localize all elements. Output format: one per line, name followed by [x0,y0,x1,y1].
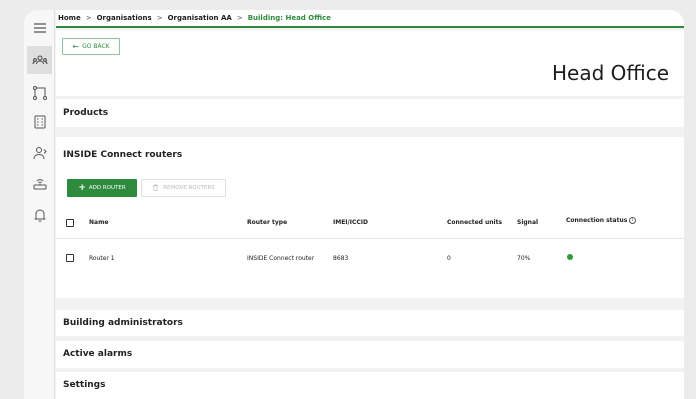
products-title: Products [63,108,109,118]
trash-icon [152,184,159,193]
header-card: ← GO BACK Head Office [56,30,684,96]
go-back-label: GO BACK [82,43,110,50]
building-administrators-section[interactable]: Building administrators [56,310,684,336]
plus-icon: + [78,182,86,193]
cell-connected-units: 0 [447,255,451,262]
router-icon[interactable] [27,171,52,195]
breadcrumb-separator: > [156,14,163,22]
column-header-imei[interactable]: IMEI/ICCID [333,219,368,226]
remove-routers-button[interactable]: REMOVE ROUTERS [141,179,226,197]
breadcrumb: Home > Organisations > Organisation AA >… [56,10,684,28]
breadcrumb-current: Building: Head Office [247,14,331,22]
organisations-icon[interactable] [27,46,52,74]
hierarchy-icon[interactable] [27,81,52,105]
side-rail [24,10,55,399]
add-router-label: ADD ROUTER [88,185,126,191]
cell-signal: 70% [517,255,531,262]
active-alarms-title: Active alarms [63,349,133,359]
breadcrumb-separator: > [85,14,92,22]
bell-icon[interactable] [27,203,52,227]
building-administrators-title: Building administrators [63,318,183,328]
routers-section: INSIDE Connect routers + ADD ROUTER REMO… [56,137,684,298]
row-checkbox[interactable] [66,254,74,262]
products-section[interactable]: Products [56,99,684,127]
info-icon[interactable]: i [629,217,637,224]
go-back-button[interactable]: ← GO BACK [62,38,120,55]
add-router-button[interactable]: + ADD ROUTER [67,179,137,197]
cell-name: Router 1 [89,255,115,262]
column-header-signal[interactable]: Signal [517,219,538,226]
active-alarms-section[interactable]: Active alarms [56,341,684,368]
header-divider [56,238,684,239]
cell-imei: 8683 [333,255,349,262]
app-frame: Home > Organisations > Organisation AA >… [24,10,684,399]
building-icon[interactable] [27,110,52,134]
remove-routers-label: REMOVE ROUTERS [163,185,215,191]
breadcrumb-separator: > [236,14,243,22]
column-header-name[interactable]: Name [89,219,108,226]
breadcrumb-organisations[interactable]: Organisations [97,14,152,22]
main-content: Home > Organisations > Organisation AA >… [56,10,684,399]
cell-router-type: INSIDE Connect router [247,255,315,262]
routers-title: INSIDE Connect routers [63,150,183,160]
users-icon[interactable] [27,141,52,165]
breadcrumb-home[interactable]: Home [58,14,81,22]
page-title: Head Office [551,61,669,85]
select-all-checkbox[interactable] [66,219,74,227]
connection-status-label: Connection status [566,217,628,224]
breadcrumb-organisation[interactable]: Organisation AA [168,14,232,22]
settings-title: Settings [63,380,106,390]
column-header-router-type[interactable]: Router type [247,219,287,226]
menu-icon[interactable] [27,16,52,40]
column-header-connected-units[interactable]: Connected units [447,219,502,226]
settings-section[interactable]: Settings [56,372,684,399]
connection-status-dot [567,254,573,260]
arrow-left-icon: ← [72,42,80,51]
column-header-connection-status[interactable]: Connection status i [566,217,637,224]
